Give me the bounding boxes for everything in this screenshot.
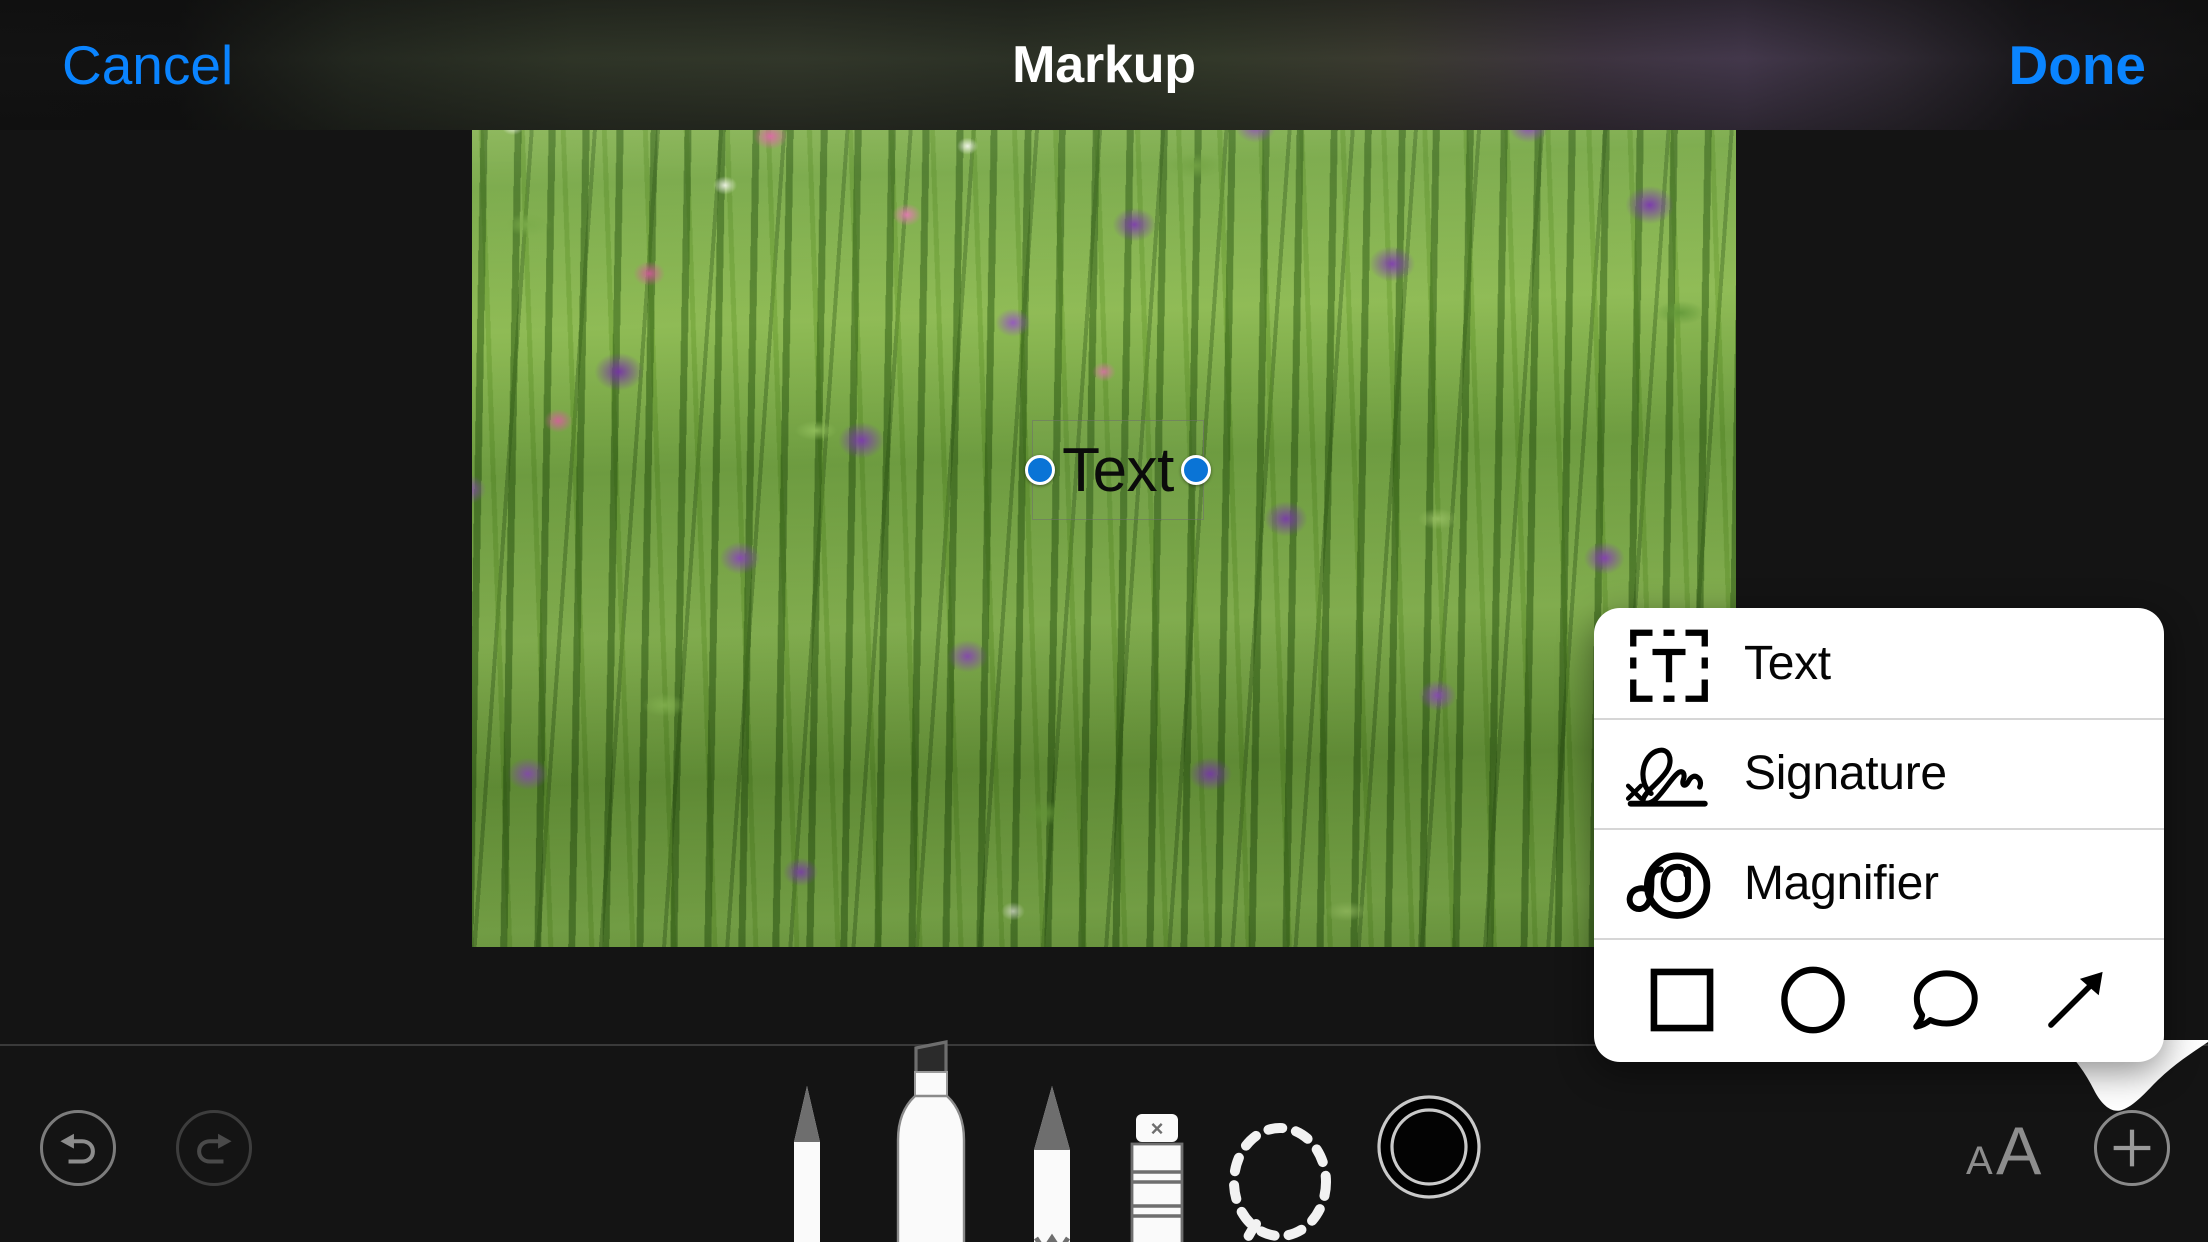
tool-highlighter[interactable]	[884, 1036, 976, 1242]
popup-item-label-signature: Signature	[1744, 746, 1947, 800]
add-button[interactable]	[2094, 1110, 2170, 1186]
redo-icon	[197, 1133, 232, 1164]
text-size-button[interactable]: A A	[1958, 1114, 2068, 1184]
tool-lasso[interactable]	[1218, 1110, 1346, 1242]
plus-icon	[2113, 1129, 2151, 1167]
svg-text:A: A	[1996, 1114, 2042, 1184]
text-annotation-value[interactable]: Text	[1032, 420, 1204, 520]
popup-item-label-magnifier: Magnifier	[1744, 856, 1939, 910]
svg-text:×: ×	[1151, 1116, 1164, 1141]
popup-item-magnifier[interactable]: Magnifier	[1594, 828, 2164, 938]
circle-shape-icon[interactable]	[1763, 950, 1863, 1050]
text-handle-left[interactable]	[1025, 455, 1055, 485]
tool-pen[interactable]	[770, 1082, 844, 1242]
signature-icon	[1594, 729, 1744, 817]
undo-icon	[60, 1133, 95, 1164]
popup-item-signature[interactable]: Signature	[1594, 718, 2164, 828]
popup-shapes-row	[1594, 938, 2164, 1062]
text-size-icon: A A	[1966, 1114, 2042, 1184]
redo-button[interactable]	[176, 1110, 252, 1186]
add-markup-popup[interactable]: Text Signature Magnifier	[1594, 608, 2164, 1062]
popup-item-label-text: Text	[1744, 636, 1831, 690]
square-shape-icon[interactable]	[1632, 950, 1732, 1050]
color-picker-button[interactable]	[1374, 1092, 1484, 1202]
navigation-bar: Cancel Markup Done	[0, 0, 2208, 130]
tool-pencil[interactable]	[1014, 1082, 1090, 1242]
markup-toolbar: × A A	[0, 1040, 2208, 1242]
popup-item-text[interactable]: Text	[1594, 608, 2164, 718]
photo-image[interactable]	[472, 130, 1736, 947]
text-annotation[interactable]: Text	[1025, 420, 1211, 520]
text-box-icon	[1594, 619, 1744, 707]
photo-vignette-layer	[472, 130, 1736, 947]
tool-eraser[interactable]: ×	[1126, 1110, 1188, 1242]
markup-screen: Text Cancel Markup Done Text Signature M…	[0, 0, 2208, 1242]
done-button[interactable]: Done	[2009, 0, 2147, 130]
drawing-tools: ×	[756, 1040, 1481, 1242]
page-title: Markup	[1012, 36, 1196, 94]
text-handle-right[interactable]	[1181, 455, 1211, 485]
arrow-shape-icon[interactable]	[2026, 950, 2126, 1050]
speech-bubble-shape-icon[interactable]	[1895, 950, 1995, 1050]
undo-button[interactable]	[40, 1110, 116, 1186]
magnifier-icon	[1594, 839, 1744, 927]
svg-text:A: A	[1966, 1139, 1993, 1183]
